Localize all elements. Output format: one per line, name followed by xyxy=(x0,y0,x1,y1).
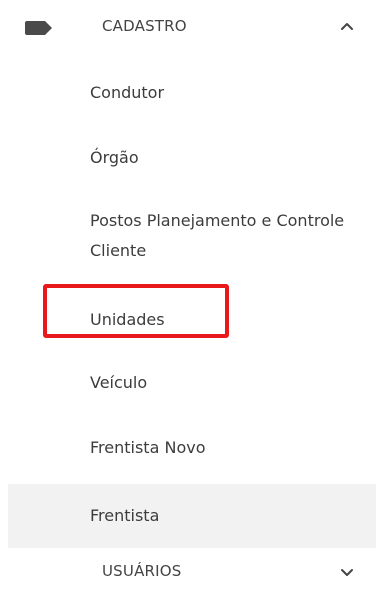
menu-item-label: Órgão xyxy=(90,148,139,167)
menu-item-orgao[interactable]: Órgão xyxy=(8,140,376,178)
section-header-usuarios[interactable]: USUÁRIOS xyxy=(0,552,376,590)
menu-item-label: Frentista xyxy=(90,506,160,525)
menu-item-frentista-novo[interactable]: Frentista Novo xyxy=(8,430,376,468)
menu-item-frentista[interactable]: Frentista xyxy=(8,484,376,548)
menu-item-condutor[interactable]: Condutor xyxy=(8,76,376,114)
menu-item-label: Postos Planejamento e Controle Cliente xyxy=(90,211,345,260)
section-title-cadastro: CADASTRO xyxy=(102,17,187,35)
menu-item-label: Frentista Novo xyxy=(90,438,206,457)
highlight-box xyxy=(43,284,229,338)
section-header-cadastro[interactable]: CADASTRO xyxy=(0,0,376,54)
menu-item-veiculo[interactable]: Veículo xyxy=(8,366,376,404)
chevron-up-icon[interactable] xyxy=(338,18,356,36)
menu-item-label: Veículo xyxy=(90,373,148,392)
chevron-down-icon[interactable] xyxy=(338,563,356,581)
menu-item-label: Condutor xyxy=(90,83,165,102)
sidebar-menu: CADASTRO Condutor Órgão Postos Planejame… xyxy=(0,0,376,590)
tag-icon xyxy=(25,21,52,35)
menu-item-postos-planejamento[interactable]: Postos Planejamento e Controle Cliente xyxy=(8,204,376,274)
section-title-usuarios: USUÁRIOS xyxy=(102,562,182,580)
